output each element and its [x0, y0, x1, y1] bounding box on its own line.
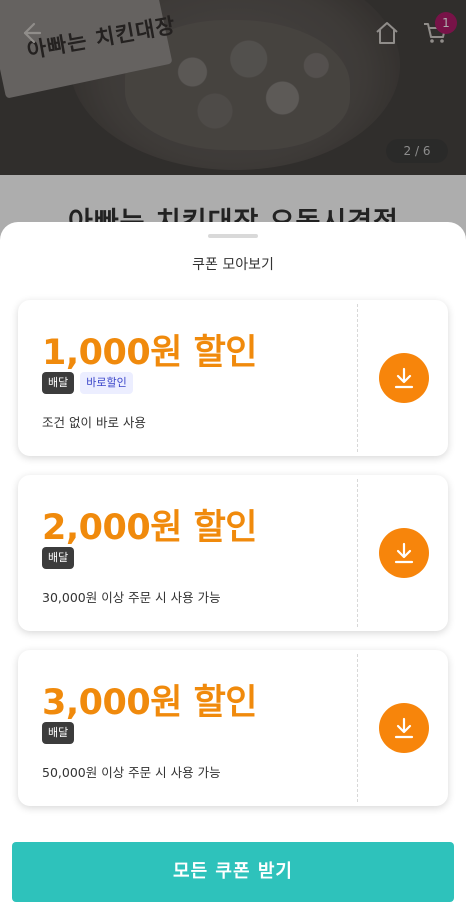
coupon-amount: 1,000원 할인: [42, 333, 258, 373]
coupon-tags: 배달: [42, 722, 75, 744]
coupon-divider: [357, 479, 358, 627]
get-all-coupons-button[interactable]: 모든 쿠폰 받기: [12, 842, 454, 902]
coupon-bottom-sheet: 쿠폰 모아보기 1,000원 할인 배달 바로할인 조건 없이 바로 사용 2,…: [0, 222, 466, 910]
coupon-amount: 2,000원 할인: [42, 508, 258, 548]
coupon-condition: 50,000원 이상 주문 시 사용 가능: [42, 765, 221, 780]
coupon-download-button[interactable]: [379, 528, 429, 578]
coupon-condition: 30,000원 이상 주문 시 사용 가능: [42, 590, 221, 605]
coupon-condition: 조건 없이 바로 사용: [42, 415, 146, 430]
coupon-download-button[interactable]: [379, 353, 429, 403]
coupon-card: 3,000원 할인 배달 50,000원 이상 주문 시 사용 가능: [18, 650, 448, 806]
coupon-tag-delivery: 배달: [42, 372, 75, 394]
coupon-tags: 배달: [42, 547, 75, 569]
coupon-tag-delivery: 배달: [42, 547, 75, 569]
coupon-amount: 3,000원 할인: [42, 683, 258, 723]
coupon-divider: [357, 654, 358, 802]
coupon-download-button[interactable]: [379, 703, 429, 753]
coupon-divider: [357, 304, 358, 452]
coupon-card: 1,000원 할인 배달 바로할인 조건 없이 바로 사용: [18, 300, 448, 456]
coupon-tag-instant: 바로할인: [80, 372, 133, 394]
download-icon: [394, 717, 414, 739]
sheet-title: 쿠폰 모아보기: [192, 257, 274, 273]
sheet-drag-handle[interactable]: [208, 234, 258, 238]
coupon-tag-delivery: 배달: [42, 722, 75, 744]
coupon-tags: 배달 바로할인: [42, 372, 133, 394]
download-icon: [394, 367, 414, 389]
download-icon: [394, 542, 414, 564]
coupon-card: 2,000원 할인 배달 30,000원 이상 주문 시 사용 가능: [18, 475, 448, 631]
